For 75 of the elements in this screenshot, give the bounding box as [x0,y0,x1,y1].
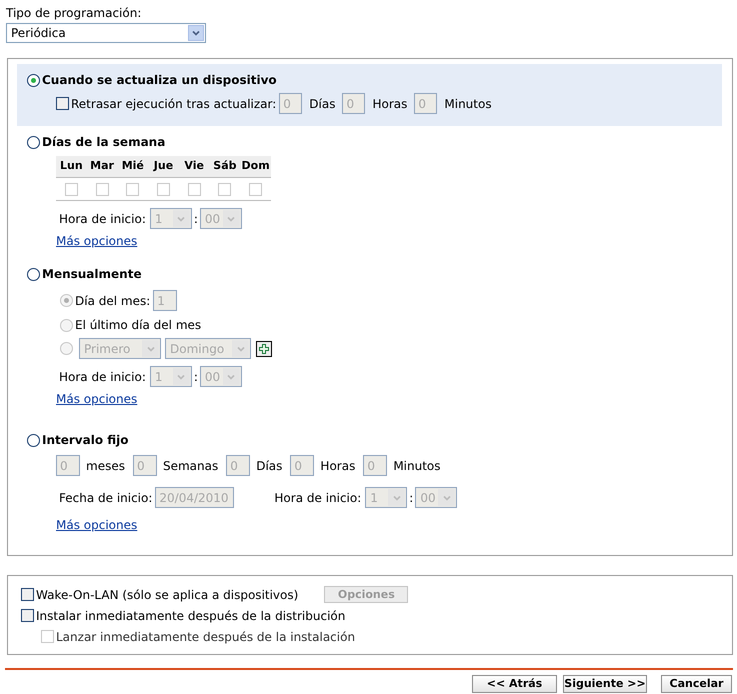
minute-dropdown[interactable]: 00 [200,366,242,387]
options-button[interactable]: Opciones [324,586,408,603]
separator-label: : [194,210,198,228]
checkbox-label: Lanzar inmediatamente después de la instalación [56,628,356,646]
unit-label: Minutos [444,96,492,112]
unit-label: Minutos [393,458,441,474]
day-checkbox[interactable] [64,182,78,196]
hour-dropdown[interactable]: 1 [150,366,192,387]
input-field[interactable]: 20/04/2010 [155,487,234,508]
checkbox[interactable] [21,609,34,622]
option-label: Mensualmente [42,266,142,283]
option-label: Cuando se actualiza un dispositivo [42,72,277,89]
more-options-link[interactable]: Más opciones [56,234,138,248]
radio-label: El último día del mes [75,317,202,334]
radio-label: Día del mes: [75,292,150,310]
add-icon[interactable] [256,340,272,356]
input-field[interactable]: 1 [153,290,178,311]
day-header: Lun [59,158,84,174]
input-field[interactable]: 0 [279,93,302,114]
day-header: Mié [120,158,145,174]
field-label: Hora de inicio: [274,490,362,506]
day-checkbox[interactable] [249,182,262,196]
field-label: Hora de inicio: [59,368,146,386]
separator-label: : [194,368,198,386]
field-label: Tipo de programación: [6,5,142,22]
schedule-type-dropdown[interactable]: Periódica [6,23,206,43]
more-options-link[interactable]: Más opciones [56,392,138,406]
input-field[interactable]: 0 [414,93,438,114]
input-field[interactable]: 0 [132,455,157,476]
option-label: Intervalo fijo [42,432,129,449]
nav-button[interactable]: Cancelar [661,675,732,693]
day-header: Vie [183,158,205,174]
unit-label: Días [309,96,336,112]
unit-label: Horas [372,96,408,112]
separator-label: : [409,490,414,506]
field-label: Hora de inicio: [59,210,146,228]
radio-button[interactable] [27,74,40,86]
input-field[interactable]: 0 [226,455,250,476]
unit-label: meses [86,458,125,474]
day-checkbox[interactable] [188,182,201,196]
day-checkbox[interactable] [96,182,109,196]
day-checkbox[interactable] [156,182,170,196]
radio-button[interactable] [27,434,40,446]
option-label: Días de la semana [42,134,166,151]
day-header: Dom [240,158,271,174]
input-field[interactable]: 0 [290,455,314,476]
hour-dropdown[interactable]: 1 [365,487,408,508]
unit-label: Horas [320,458,356,474]
input-field[interactable]: 0 [342,93,366,114]
radio-button[interactable] [27,136,40,148]
nav-button[interactable]: Siguiente >> [563,675,647,693]
chevron-down-icon[interactable] [188,25,204,41]
checkbox[interactable] [56,97,69,110]
unit-label: Días [256,458,282,474]
day-header: Sáb [212,158,238,174]
radio-button[interactable] [27,268,40,280]
hour-dropdown[interactable]: 1 [150,208,192,229]
checkbox-label: Wake-On-LAN (sólo se aplica a dispositivos) [36,586,298,604]
more-options-link[interactable]: Más opciones [56,518,138,532]
field-label: Fecha de inicio: [59,490,152,506]
weekday-dropdown[interactable]: Domingo [165,338,251,359]
day-checkbox[interactable] [126,182,140,196]
input-field[interactable]: 0 [363,455,388,476]
checkbox-label: Retrasar ejecución tras actualizar: [71,96,276,112]
nav-button[interactable]: << Atrás [472,675,557,693]
minute-dropdown[interactable]: 00 [415,487,458,508]
unit-label: Semanas [162,458,218,474]
input-field[interactable]: 0 [56,455,80,476]
day-header: Mar [89,158,115,174]
checkbox-label: Instalar inmediatamente después de la distribución [36,608,346,624]
day-header: Jue [152,158,174,174]
checkbox[interactable] [21,588,34,601]
day-checkbox[interactable] [218,182,232,196]
minute-dropdown[interactable]: 00 [200,208,242,229]
ordinal-dropdown[interactable]: Primero [79,338,161,359]
